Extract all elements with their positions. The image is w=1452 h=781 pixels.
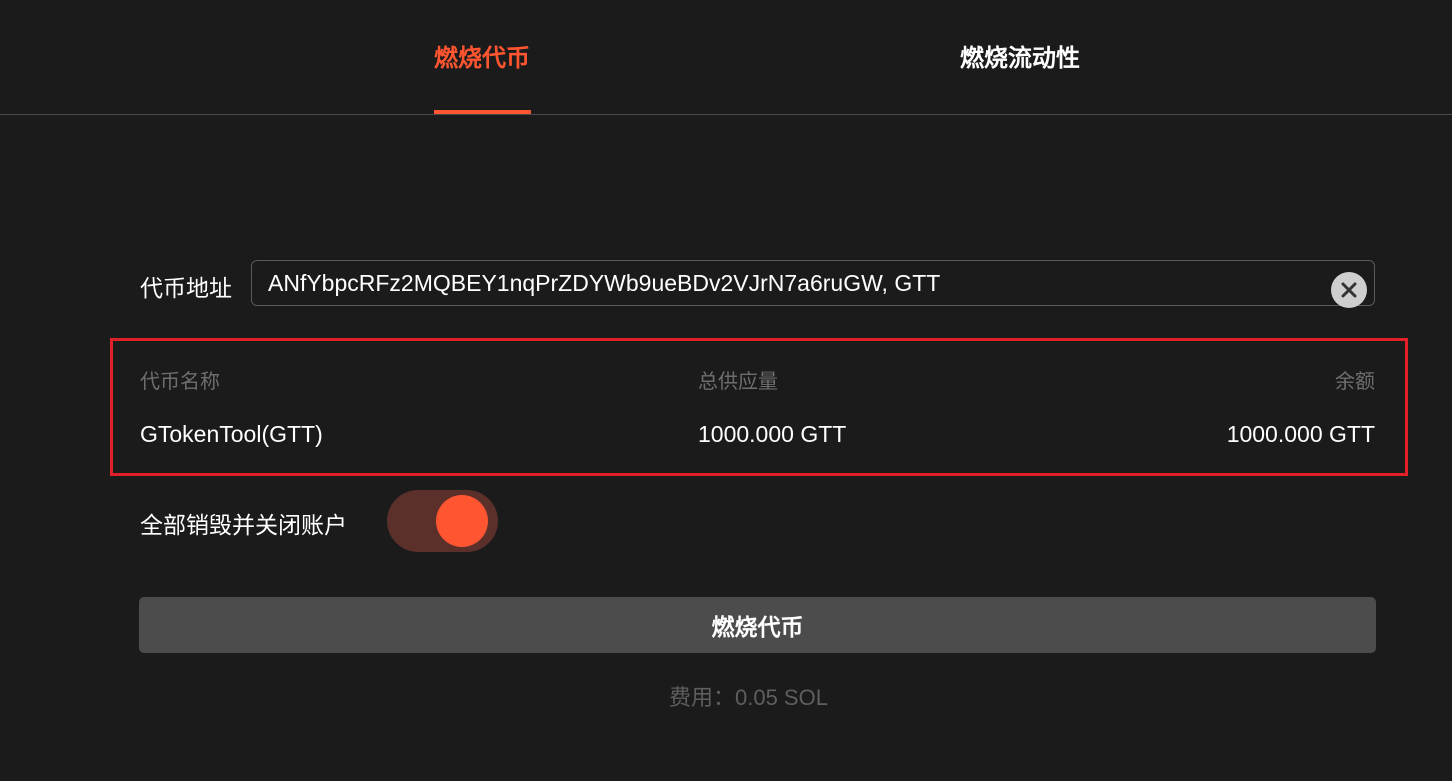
burn-all-close-account-toggle[interactable] bbox=[387, 490, 498, 552]
token-address-label: 代币地址 bbox=[140, 275, 232, 301]
toggle-knob bbox=[436, 495, 488, 547]
token-name-header: 代币名称 bbox=[140, 371, 220, 393]
tab-bar: 燃烧代币 燃烧流动性 bbox=[0, 0, 1452, 115]
balance-value: 1000.000 GTT bbox=[1226, 421, 1375, 447]
balance-header: 余额 bbox=[1335, 371, 1375, 393]
burn-token-page: 燃烧代币 燃烧流动性 代币地址 代币名称 总供应量 余额 GTokenTool(… bbox=[0, 0, 1452, 781]
active-tab-indicator bbox=[434, 110, 531, 114]
tab-burn-token[interactable]: 燃烧代币 bbox=[434, 38, 530, 73]
burn-all-close-account-label: 全部销毁并关闭账户 bbox=[140, 512, 347, 538]
total-supply-header: 总供应量 bbox=[698, 371, 778, 393]
burn-token-button[interactable]: 燃烧代币 bbox=[139, 597, 1376, 653]
token-name-value: GTokenTool(GTT) bbox=[140, 421, 323, 447]
token-info-panel: 代币名称 总供应量 余额 GTokenTool(GTT) 1000.000 GT… bbox=[110, 338, 1408, 476]
total-supply-value: 1000.000 GTT bbox=[698, 421, 847, 447]
clear-address-button[interactable] bbox=[1331, 272, 1367, 308]
close-icon bbox=[1341, 282, 1357, 298]
tab-burn-liquidity[interactable]: 燃烧流动性 bbox=[960, 38, 1080, 73]
fee-text: 费用：0.05 SOL bbox=[669, 685, 828, 710]
token-address-input[interactable] bbox=[251, 260, 1375, 306]
